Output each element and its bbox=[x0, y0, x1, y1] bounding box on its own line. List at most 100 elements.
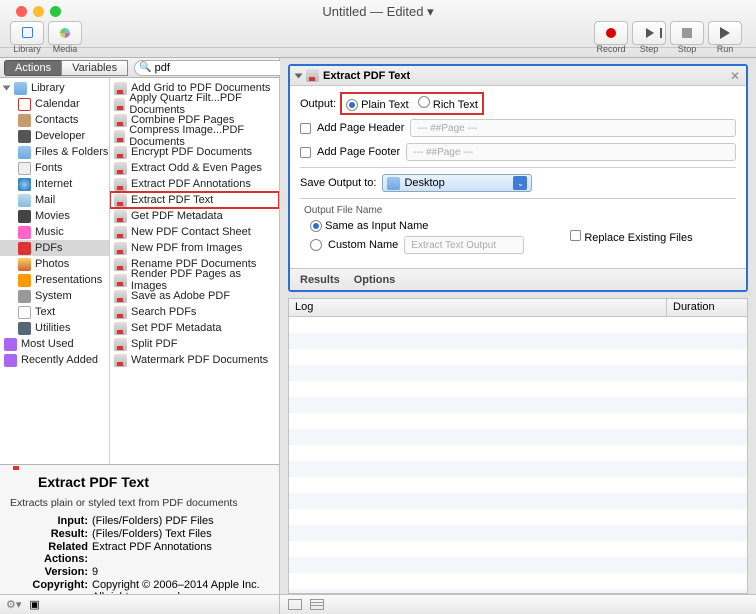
purple-icon bbox=[4, 338, 17, 351]
library-item-contacts[interactable]: Contacts bbox=[0, 112, 109, 128]
library-item-mail[interactable]: Mail bbox=[0, 192, 109, 208]
run-button[interactable] bbox=[708, 21, 742, 45]
library-button[interactable] bbox=[10, 21, 44, 45]
gear-icon[interactable]: ⚙︎▾ bbox=[6, 598, 21, 611]
radio-same-name[interactable] bbox=[310, 220, 322, 232]
output-options-highlight: Plain Text Rich Text bbox=[342, 94, 482, 113]
action-item-new-pdf-contact-sheet[interactable]: New PDF Contact Sheet bbox=[110, 224, 279, 240]
action-label: Render PDF Pages as Images bbox=[131, 268, 279, 292]
action-item-search-pdfs[interactable]: Search PDFs bbox=[110, 304, 279, 320]
info-key: Input: bbox=[10, 515, 92, 527]
info-key: Version: bbox=[10, 566, 92, 578]
pdf-action-icon bbox=[114, 306, 127, 319]
window-controls bbox=[6, 6, 61, 17]
info-key: Result: bbox=[10, 528, 92, 540]
library-item-movies[interactable]: Movies bbox=[0, 208, 109, 224]
library-item-utilities[interactable]: Utilities bbox=[0, 320, 109, 336]
photos-icon bbox=[18, 258, 31, 271]
library-item-pdfs[interactable]: PDFs bbox=[0, 240, 109, 256]
mail-icon bbox=[18, 194, 31, 207]
view-list-icon[interactable] bbox=[310, 599, 324, 610]
results-tab[interactable]: Results bbox=[300, 274, 340, 286]
action-item-set-pdf-metadata[interactable]: Set PDF Metadata bbox=[110, 320, 279, 336]
actions-list[interactable]: Add Grid to PDF DocumentsApply Quartz Fi… bbox=[110, 78, 279, 464]
pdf-action-icon bbox=[114, 354, 127, 367]
util-icon bbox=[18, 322, 31, 335]
checkbox-add-footer[interactable] bbox=[300, 147, 311, 158]
action-item-compress-image-pdf-documents[interactable]: Compress Image...PDF Documents bbox=[110, 128, 279, 144]
action-label: Get PDF Metadata bbox=[131, 210, 223, 222]
action-label: Compress Image...PDF Documents bbox=[129, 124, 279, 148]
library-item-label: Mail bbox=[35, 194, 55, 206]
library-list[interactable]: LibraryCalendarContacts Developer Files & … bbox=[0, 78, 110, 464]
checkbox-add-header[interactable] bbox=[300, 123, 311, 134]
pdf-action-icon bbox=[114, 290, 127, 303]
library-item-calendar[interactable]: Calendar bbox=[0, 96, 109, 112]
action-item-watermark-pdf-documents[interactable]: Watermark PDF Documents bbox=[110, 352, 279, 368]
library-item-music[interactable]: Music bbox=[0, 224, 109, 240]
disclosure-icon[interactable] bbox=[295, 73, 303, 78]
action-label: Encrypt PDF Documents bbox=[131, 146, 252, 158]
action-item-split-pdf[interactable]: Split PDF bbox=[110, 336, 279, 352]
pdf-action-icon bbox=[114, 194, 127, 207]
search-input[interactable] bbox=[155, 62, 297, 74]
pdf-action-icon bbox=[114, 114, 127, 127]
tab-actions[interactable]: Actions bbox=[4, 60, 61, 76]
action-item-extract-pdf-annotations[interactable]: Extract PDF Annotations bbox=[110, 176, 279, 192]
minimize-button[interactable] bbox=[33, 6, 44, 17]
stop-button[interactable] bbox=[670, 21, 704, 45]
radio-custom-name[interactable] bbox=[310, 239, 322, 251]
save-location-dropdown[interactable]: Desktop ⌄ bbox=[382, 174, 532, 192]
system-icon bbox=[18, 290, 31, 303]
tab-variables[interactable]: Variables bbox=[61, 60, 128, 76]
info-description: Extracts plain or styled text from PDF d… bbox=[10, 497, 269, 509]
library-item-presentations[interactable]: Presentations bbox=[0, 272, 109, 288]
action-item-render-pdf-pages-as-images[interactable]: Render PDF Pages as Images bbox=[110, 272, 279, 288]
checkbox-replace[interactable] bbox=[570, 230, 581, 241]
card-close-button[interactable]: ✕ bbox=[730, 69, 740, 83]
action-item-get-pdf-metadata[interactable]: Get PDF Metadata bbox=[110, 208, 279, 224]
header-field[interactable]: --- ##Page --- bbox=[410, 119, 736, 137]
library-item-library[interactable]: Library bbox=[0, 80, 109, 96]
radio-plain-text[interactable] bbox=[346, 99, 358, 111]
record-button[interactable] bbox=[594, 21, 628, 45]
folder-icon bbox=[14, 82, 27, 95]
library-item-files-folders[interactable]: Files & Folders bbox=[0, 144, 109, 160]
library-item-most-used[interactable]: Most Used bbox=[0, 336, 109, 352]
action-label: Extract Odd & Even Pages bbox=[131, 162, 262, 174]
plain-text-label: Plain Text bbox=[361, 99, 409, 111]
step-button[interactable] bbox=[632, 21, 666, 45]
workflow-icon[interactable]: ▣ bbox=[29, 598, 39, 611]
library-item-system[interactable]: System bbox=[0, 288, 109, 304]
library-item-recently-added[interactable]: Recently Added bbox=[0, 352, 109, 368]
log-column-header[interactable]: Log bbox=[289, 299, 667, 316]
custom-name-field[interactable]: Extract Text Output bbox=[404, 236, 524, 254]
close-button[interactable] bbox=[16, 6, 27, 17]
music-icon bbox=[18, 226, 31, 239]
disclosure-icon[interactable] bbox=[3, 86, 11, 91]
options-tab[interactable]: Options bbox=[354, 274, 396, 286]
info-value: 9 bbox=[92, 566, 269, 578]
custom-name-label: Custom Name bbox=[328, 239, 398, 251]
library-item-developer[interactable]: Developer bbox=[0, 128, 109, 144]
library-item-internet[interactable]: Internet bbox=[0, 176, 109, 192]
library-item-label: Developer bbox=[35, 130, 85, 142]
library-item-text[interactable]: Text bbox=[0, 304, 109, 320]
action-info-panel: Extract PDF Text Extracts plain or style… bbox=[0, 464, 279, 594]
duration-column-header[interactable]: Duration bbox=[667, 299, 747, 316]
action-item-extract-odd-even-pages[interactable]: Extract Odd & Even Pages bbox=[110, 160, 279, 176]
library-item-fonts[interactable]: Fonts bbox=[0, 160, 109, 176]
zoom-button[interactable] bbox=[50, 6, 61, 17]
fonts-icon bbox=[18, 162, 31, 175]
action-item-extract-pdf-text[interactable]: Extract PDF Text bbox=[110, 192, 279, 208]
media-button[interactable] bbox=[48, 21, 82, 45]
radio-rich-text[interactable] bbox=[418, 96, 430, 108]
view-flow-icon[interactable] bbox=[288, 599, 302, 610]
library-item-photos[interactable]: Photos bbox=[0, 256, 109, 272]
pdf-action-icon bbox=[114, 274, 127, 287]
action-label: New PDF Contact Sheet bbox=[131, 226, 251, 238]
action-item-new-pdf-from-images[interactable]: New PDF from Images bbox=[110, 240, 279, 256]
footer-field[interactable]: --- ##Page --- bbox=[406, 143, 736, 161]
cal-icon bbox=[18, 98, 31, 111]
action-item-apply-quartz-filt-pdf-documents[interactable]: Apply Quartz Filt...PDF Documents bbox=[110, 96, 279, 112]
